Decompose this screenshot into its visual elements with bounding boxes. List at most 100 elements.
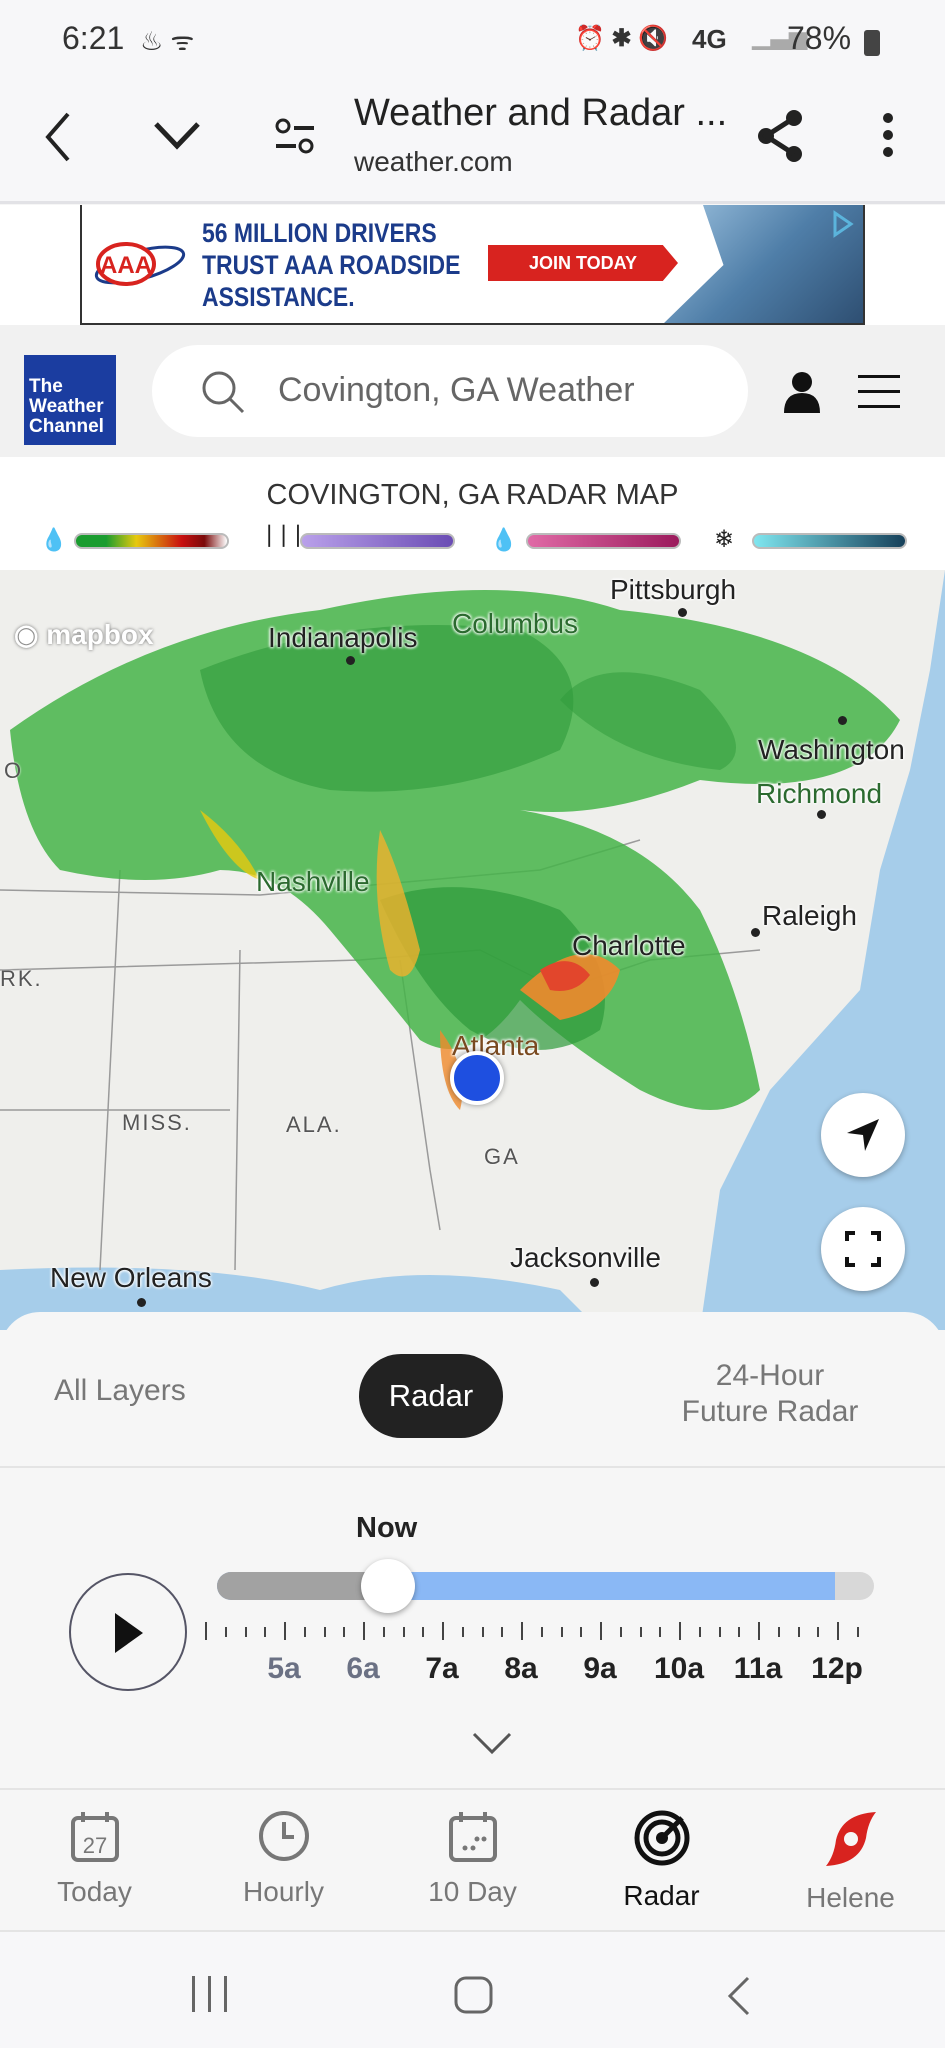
minor-tick [580,1627,583,1637]
time-label[interactable]: 11a [734,1652,782,1686]
state-label: MISS. [122,1110,192,1135]
hurricane-icon [825,1812,876,1866]
city-label: Columbus [452,608,579,639]
radar-map[interactable]: ◉ mapbox Pittsburgh Indianapolis Columbu… [0,570,945,1330]
divider [0,1466,945,1468]
back-icon[interactable] [40,110,74,164]
home-icon[interactable] [454,1976,494,2014]
minor-tick [264,1627,267,1637]
mapbox-text: mapbox [46,619,154,650]
locate-me-button[interactable] [821,1093,905,1177]
city-dot [346,656,355,665]
browser-toolbar: Weather and Radar ... weather.com [0,80,945,204]
hamburger-menu-icon[interactable] [858,373,900,411]
fullscreen-icon [845,1231,881,1267]
nav-10-day[interactable]: 10 Day [378,1810,567,1908]
logo-line: Channel [29,416,104,437]
minor-tick [343,1627,346,1637]
ad-banner[interactable]: AAA 56 MILLION DRIVERS TRUST AAA ROADSID… [0,205,945,325]
minor-tick [777,1627,780,1637]
twc-logo[interactable]: The Weather Channel [24,355,116,445]
nav-helene[interactable]: Helene [756,1810,945,1914]
play-button[interactable] [69,1573,187,1691]
time-label[interactable]: 7a [425,1652,458,1686]
recent-apps-icon[interactable] [190,1976,230,2012]
major-tick [205,1622,207,1640]
tab-all-layers[interactable]: All Layers [54,1374,186,1408]
status-icons: ⏰ ✱ 🔇 [575,25,669,52]
aaa-ad[interactable]: AAA 56 MILLION DRIVERS TRUST AAA ROADSID… [80,205,865,325]
nav-label: 10 Day [428,1876,517,1907]
nav-label: Today [57,1876,132,1907]
radar-legend: COVINGTON, GA RADAR MAP 💧 ᛁᛁᛁ 💧 ❄ [0,457,945,570]
minor-tick [619,1627,622,1637]
system-nav-bar [0,1930,945,2048]
page-settings-icon[interactable] [274,116,316,158]
more-options-icon[interactable] [880,110,896,160]
minor-tick [856,1627,859,1637]
search-input[interactable]: Covington, GA Weather [152,345,748,437]
svg-text:AAA: AAA [100,252,152,279]
city-dot [817,810,826,819]
minor-tick [738,1627,741,1637]
fullscreen-button[interactable] [821,1207,905,1291]
nav-hourly[interactable]: Hourly [189,1810,378,1908]
city-label: Nashville [256,866,370,897]
join-today-button[interactable]: JOIN TODAY [488,245,678,281]
ice-icon: ᛁᛁᛁ [262,523,306,550]
aaa-logo: AAA [94,242,186,286]
city-label: Charlotte [572,930,686,961]
ice-scale [300,533,455,549]
chevron-down-icon[interactable] [152,120,202,152]
timeline-slider[interactable] [217,1559,874,1613]
major-tick [679,1622,681,1640]
city-label: Pittsburgh [610,574,737,605]
timeline-thumb[interactable] [360,1559,415,1613]
snow-scale [752,533,907,549]
time-label[interactable]: 10a [654,1652,704,1686]
major-tick [758,1622,760,1640]
ad-headline: 56 MILLION DRIVERS TRUST AAA ROADSIDE AS… [202,217,460,313]
minor-tick [402,1627,405,1637]
city-dot [751,928,760,937]
map-canvas[interactable] [0,570,945,1330]
city-dot [137,1298,146,1307]
share-icon[interactable] [756,108,806,164]
nav-today[interactable]: 27 Today [0,1810,189,1908]
logo-line: The [29,376,63,397]
time-label[interactable]: 12p [811,1652,863,1686]
adchoices-icon[interactable] [827,209,857,239]
notification-icon: ♨ ᯤ [140,26,195,56]
account-icon[interactable] [782,371,822,413]
time-label[interactable]: 8a [504,1652,537,1686]
calendar-date: 27 [82,1833,106,1858]
bottom-nav: 27 Today Hourly 10 Day Radar Helene [0,1788,945,1930]
major-tick [284,1622,286,1640]
city-label: Washington [758,734,905,765]
minor-tick [461,1627,464,1637]
tab-radar[interactable]: Radar [359,1354,503,1438]
page-url[interactable]: weather.com [354,146,513,178]
city-label: Raleigh [762,900,857,931]
time-label[interactable]: 9a [583,1652,616,1686]
play-icon [115,1613,143,1653]
time-label[interactable]: 6a [346,1652,379,1686]
ad-line-1: 56 MILLION DRIVERS [202,218,437,248]
minor-tick [382,1627,385,1637]
tab-label-line: 24-Hour [715,1359,825,1392]
minor-tick [244,1627,247,1637]
tab-future-radar[interactable]: 24-Hour Future Radar [650,1358,890,1430]
minor-tick [303,1627,306,1637]
time-label[interactable]: 5a [267,1652,300,1686]
major-tick [837,1622,839,1640]
city-dot [678,608,687,617]
minor-tick [224,1627,227,1637]
nav-radar[interactable]: Radar [567,1810,756,1912]
page-title: Weather and Radar ... [354,92,728,134]
minor-tick [817,1627,820,1637]
mapbox-logo[interactable]: ◉ mapbox [14,618,154,651]
system-back-icon[interactable] [726,1976,752,2016]
minor-tick [540,1627,543,1637]
collapse-chevron-icon[interactable] [472,1732,512,1756]
state-label: GA [484,1144,520,1169]
